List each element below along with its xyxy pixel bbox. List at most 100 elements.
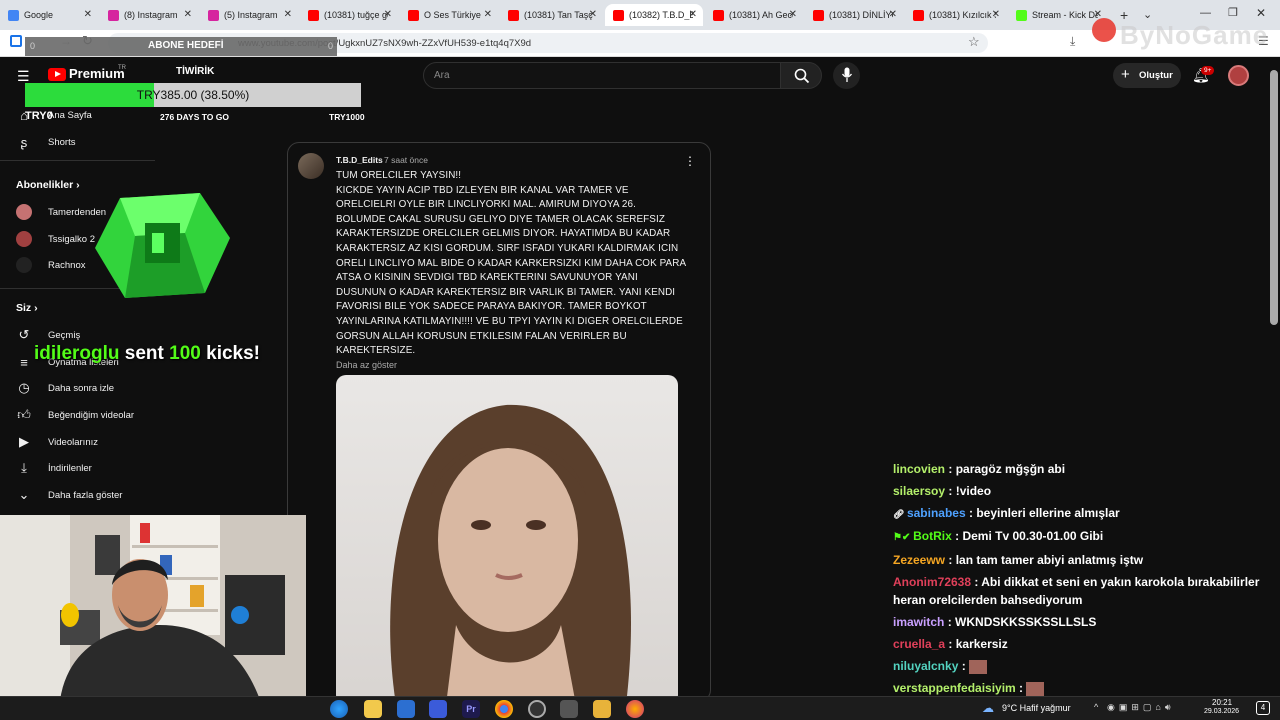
browser-tab[interactable]: (10382) T.B.D_Edi✕ bbox=[605, 4, 703, 26]
notification-center-icon[interactable]: 4 bbox=[1256, 701, 1270, 715]
chat-message: ⚑✔ BotRix : Demi Tv 00.30-01.00 Gibi bbox=[893, 527, 1263, 547]
plus-icon: + bbox=[1121, 66, 1130, 83]
browser-tab[interactable]: (10381) Tan Taşç ✕ bbox=[500, 4, 603, 26]
chat-text: beyinleri ellerine almışlar bbox=[976, 506, 1120, 520]
maximize-button[interactable]: ❐ bbox=[1228, 6, 1238, 19]
chat-username[interactable]: cruella_a bbox=[893, 637, 945, 651]
download-icon[interactable]: ⤓ bbox=[1070, 34, 1075, 49]
days-remaining: 276 DAYS TO GO bbox=[160, 112, 229, 122]
browser-tab[interactable]: (10381) Ah Gecel ✕ bbox=[705, 4, 803, 26]
chat-separator: : bbox=[971, 575, 982, 589]
goal-title: ABONE HEDEFİ bbox=[148, 40, 224, 51]
post-time[interactable]: 7 saat önce bbox=[384, 155, 428, 165]
thumbs-up-icon: 👍︎ bbox=[17, 407, 31, 422]
chat-text: lan tam tamer abiyi anlatmış iştw bbox=[955, 553, 1144, 567]
tab-close-icon[interactable]: ✕ bbox=[789, 9, 797, 20]
region-label: TR bbox=[118, 65, 126, 71]
chat-username[interactable]: Anonim72638 bbox=[893, 575, 971, 589]
chat-text: karkersiz bbox=[955, 637, 1008, 651]
channel-avatar bbox=[16, 257, 32, 273]
nav-downloads[interactable]: ⤓ İndirilenler bbox=[16, 455, 92, 481]
page-scrollbar[interactable] bbox=[1270, 70, 1278, 325]
chat-message: silaersoy : !video bbox=[893, 482, 1263, 500]
nav-watch-later-label: Daha sonra izle bbox=[48, 382, 115, 394]
minimize-button[interactable]: — bbox=[1200, 7, 1211, 19]
chat-username[interactable]: niluyalcnky bbox=[893, 659, 958, 673]
you-heading[interactable]: Siz › bbox=[16, 302, 38, 314]
community-post: T.B.D_Edits 7 saat önce ⋮ TUM ORELCILER … bbox=[287, 142, 711, 702]
firefox-icon[interactable] bbox=[626, 700, 644, 718]
post-author[interactable]: T.B.D_Edits bbox=[336, 155, 383, 165]
obs-icon[interactable] bbox=[528, 700, 546, 718]
voice-search-button[interactable] bbox=[833, 62, 860, 89]
sidebar-toggle-icon[interactable] bbox=[10, 35, 22, 47]
nav-home-label: Ana Sayfa bbox=[48, 109, 92, 121]
nav-your-videos[interactable]: ▶ Videolarınız bbox=[16, 429, 98, 455]
browser-tab[interactable]: (10381) Kızılcık Ş ✕ bbox=[905, 4, 1006, 26]
kick-alert-count: 100 bbox=[169, 343, 201, 364]
clock-date[interactable]: 29.03.2026 bbox=[1204, 708, 1239, 715]
premiere-icon[interactable]: Pr bbox=[462, 700, 480, 718]
tab-close-icon[interactable]: ✕ bbox=[84, 9, 92, 20]
nav-shorts[interactable]: ʂ Shorts bbox=[16, 129, 76, 155]
windows-taskbar: Pr ☁ 9°C Hafif yağmur ^ ◉▣⊞▢⌂🔊︎ 20:21 29… bbox=[0, 696, 1280, 720]
browser-tab[interactable]: (8) Instagram ✕ bbox=[100, 4, 198, 26]
chat-separator: : bbox=[965, 506, 977, 520]
bookmark-star-icon[interactable]: ☆ bbox=[968, 34, 980, 50]
tab-close-icon[interactable]: ✕ bbox=[284, 9, 292, 20]
tab-close-icon[interactable]: ✕ bbox=[992, 9, 1000, 20]
nav-liked-videos[interactable]: 👍︎ Beğendiğim videolar bbox=[16, 402, 134, 428]
chat-username[interactable]: Zezeeww bbox=[893, 553, 945, 567]
chat-username[interactable]: sabinabes bbox=[907, 506, 966, 520]
browser-tab[interactable]: O Ses Türkiye ✕ bbox=[400, 4, 498, 26]
tab-close-icon[interactable]: ✕ bbox=[484, 9, 492, 20]
chat-username[interactable]: imawitch bbox=[893, 615, 944, 629]
mail-icon[interactable] bbox=[397, 700, 415, 718]
chat-message: niluyalcnky : bbox=[893, 657, 1263, 675]
nav-shorts-label: Shorts bbox=[48, 136, 76, 148]
app-icon[interactable] bbox=[429, 700, 447, 718]
browser-tab[interactable]: Google ✕ bbox=[0, 4, 98, 26]
tab-title: (10382) T.B.D_Edi bbox=[629, 10, 693, 20]
tab-close-icon[interactable]: ✕ bbox=[689, 9, 697, 20]
tab-close-icon[interactable]: ✕ bbox=[184, 9, 192, 20]
subscriptions-heading[interactable]: Abonelikler › bbox=[16, 179, 80, 191]
chat-username[interactable]: silaersoy bbox=[893, 484, 945, 498]
browser-tab[interactable]: (10381) DİNLİYO ✕ bbox=[805, 4, 903, 26]
search-input[interactable]: Ara bbox=[423, 62, 781, 89]
weather-text[interactable]: 9°C Hafif yağmur bbox=[1002, 703, 1071, 713]
author-avatar[interactable] bbox=[298, 153, 324, 179]
create-button[interactable]: + Oluştur bbox=[1113, 63, 1181, 88]
more-actions-icon[interactable]: ⋮ bbox=[684, 155, 696, 167]
tab-close-icon[interactable]: ✕ bbox=[889, 9, 897, 20]
sidebar-item-subscription-3[interactable]: Rachnox bbox=[16, 252, 86, 278]
account-avatar[interactable] bbox=[1228, 65, 1249, 86]
chat-username[interactable]: verstappenfedaisiyim bbox=[893, 681, 1016, 695]
sidebar-item-subscription-2[interactable]: Tssigalko 2 bbox=[16, 226, 95, 252]
nav-show-more[interactable]: ⌄ Daha fazla göster bbox=[16, 482, 123, 508]
folder-icon[interactable] bbox=[593, 700, 611, 718]
close-window-button[interactable]: ✕ bbox=[1256, 6, 1266, 20]
clock-time[interactable]: 20:21 bbox=[1212, 698, 1232, 707]
steam-icon[interactable] bbox=[560, 700, 578, 718]
tab-close-icon[interactable]: ✕ bbox=[384, 9, 392, 20]
chat-message: 🔗︎ sabinabes : beyinleri ellerine almışl… bbox=[893, 504, 1263, 523]
tab-close-icon[interactable]: ✕ bbox=[589, 9, 597, 20]
kick-logo-gem-icon bbox=[90, 188, 235, 303]
hamburger-menu-icon[interactable]: ☰ bbox=[17, 69, 31, 83]
browser-tab[interactable]: (10381) tuğçe ge ✕ bbox=[300, 4, 398, 26]
chat-username[interactable]: lincovien bbox=[893, 462, 945, 476]
subscription-label: Tssigalko 2 bbox=[48, 233, 95, 245]
show-less-link[interactable]: Daha az göster bbox=[336, 360, 397, 370]
tray-chevron-icon[interactable]: ^ bbox=[1094, 702, 1098, 712]
chat-username[interactable]: BotRix bbox=[913, 529, 952, 543]
browser-tab[interactable]: (5) Instagram ✕ bbox=[200, 4, 298, 26]
tray-icons[interactable]: ◉▣⊞▢⌂🔊︎ bbox=[1107, 702, 1175, 713]
store-icon[interactable] bbox=[364, 700, 382, 718]
search-button[interactable] bbox=[780, 62, 822, 89]
nav-watch-later[interactable]: ◷ Daha sonra izle bbox=[16, 375, 114, 401]
post-image[interactable] bbox=[336, 375, 678, 701]
chrome-icon[interactable] bbox=[495, 700, 513, 718]
youtube-logo-icon[interactable] bbox=[48, 68, 66, 81]
edge-icon[interactable] bbox=[330, 700, 348, 718]
